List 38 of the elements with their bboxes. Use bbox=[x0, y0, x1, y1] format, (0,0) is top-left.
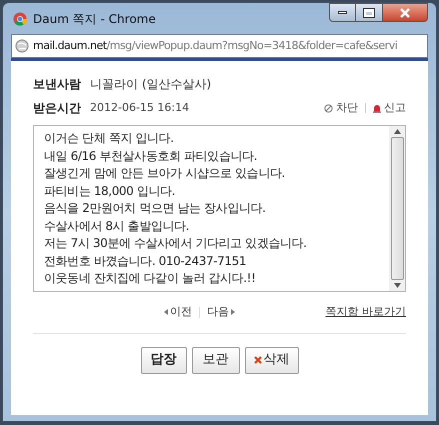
message-line: 파티비는 18,000 입니다. bbox=[44, 182, 176, 200]
minimize-button[interactable] bbox=[329, 3, 356, 22]
save-button[interactable]: 보관 bbox=[192, 346, 240, 374]
scroll-up-icon[interactable] bbox=[394, 129, 400, 134]
received-time-label: 받은시간 bbox=[33, 100, 81, 117]
maximize-button[interactable] bbox=[356, 3, 382, 22]
message-line: 수살사에서 8시 출발입니다. bbox=[44, 218, 190, 234]
block-link[interactable]: 차단 bbox=[336, 100, 358, 116]
message-line: 전화번호 바꼈습니다. 010-2437-7151 bbox=[44, 252, 248, 270]
message-line: 내일 6/16 부천살사동호회 파티있습니다. bbox=[44, 148, 258, 164]
sender-name: 니꼴라이 (일산수살사) bbox=[90, 76, 212, 93]
previous-link[interactable]: 이전 bbox=[164, 304, 192, 320]
right-triangle-icon bbox=[230, 309, 235, 316]
report-link[interactable]: 신고 bbox=[384, 100, 406, 116]
address-bar[interactable]: mail.daum.net/msg/viewPopup.daum?msgNo=3418&folder=cafe&servi bbox=[11, 34, 428, 58]
inbox-link[interactable]: 쪽지함 바로가기 bbox=[326, 304, 406, 320]
scroll-down-icon[interactable] bbox=[394, 283, 400, 288]
scrollbar[interactable] bbox=[389, 126, 405, 291]
globe-icon bbox=[15, 39, 29, 53]
reply-button[interactable]: 답장 bbox=[140, 346, 186, 374]
sender-label: 보낸사람 bbox=[33, 76, 81, 93]
message-line: 잘생긴게 맘에 안든 브아가 시샵으로 있습니다. bbox=[44, 165, 286, 182]
close-icon bbox=[254, 356, 262, 364]
message-line: 저는 7시 30분에 수살사에서 기다리고 있겠습니다. bbox=[44, 235, 308, 252]
message-line: 음식을 2만원어치 먹으면 남는 장사입니다. bbox=[44, 200, 267, 217]
window-title: Daum 쪽지 - Chrome bbox=[33, 10, 156, 28]
siren-icon bbox=[373, 104, 381, 112]
url-text: mail.daum.net/msg/viewPopup.daum?msgNo=3418&folder=cafe&servi bbox=[33, 38, 398, 54]
close-icon bbox=[399, 8, 411, 18]
received-time: 2012-06-15 16:14 bbox=[90, 100, 190, 116]
block-icon bbox=[324, 104, 333, 112]
message-line: 이웃동네 잔치집에 다같이 놀러 갑시다.!! bbox=[44, 270, 256, 287]
browser-logo-icon bbox=[13, 12, 27, 26]
delete-button[interactable]: 삭제 bbox=[244, 346, 298, 374]
left-triangle-icon bbox=[164, 309, 168, 316]
next-link[interactable]: 다음 bbox=[206, 304, 235, 320]
close-button[interactable] bbox=[382, 3, 428, 22]
message-line: 이거슨 단체 쪽지 입니다. bbox=[44, 130, 175, 147]
